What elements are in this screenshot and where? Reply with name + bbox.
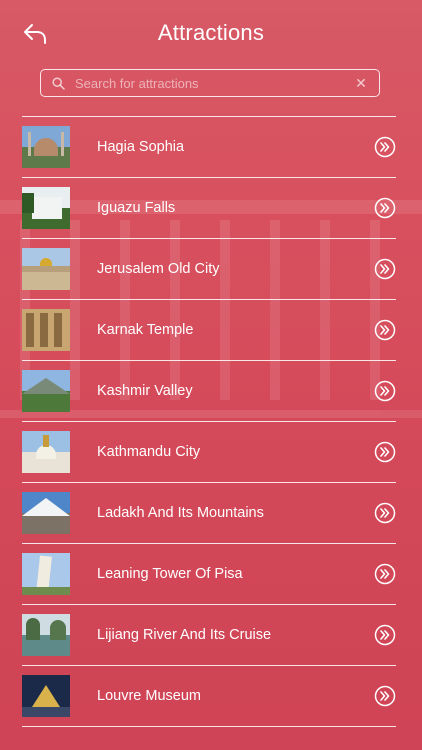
list-item-label: Hagia Sophia: [97, 139, 185, 155]
list-item-label: Ladakh And Its Mountains: [97, 505, 264, 521]
chevron-right-circle-icon: [374, 319, 396, 341]
chevron-right-circle-icon: [374, 624, 396, 646]
list-item[interactable]: Kathmandu City: [22, 422, 396, 483]
chevron-right-circle-icon: [374, 258, 396, 280]
list-item-label: Karnak Temple: [97, 322, 194, 338]
chevron-right-circle-icon: [374, 197, 396, 219]
list-item-label: Leaning Tower Of Pisa: [97, 566, 243, 582]
kathmandu-city-thumbnail: [22, 431, 70, 473]
search-bar[interactable]: ✕: [40, 69, 380, 97]
chevron-right-circle-icon: [374, 136, 396, 158]
chevron-right-circle-icon: [374, 502, 396, 524]
list-item[interactable]: Kashmir Valley: [22, 361, 396, 422]
karnak-temple-thumbnail: [22, 309, 70, 351]
list-item[interactable]: Hagia Sophia: [22, 117, 396, 178]
attractions-list: Hagia Sophia Iguazu Falls Jerusalem Old …: [22, 116, 396, 727]
page-title: Attractions: [157, 20, 265, 45]
jerusalem-old-city-thumbnail: [22, 248, 70, 290]
leaning-tower-thumbnail: [22, 553, 70, 595]
hagia-sophia-thumbnail: [22, 126, 70, 168]
lijiang-river-thumbnail: [22, 614, 70, 656]
list-item[interactable]: Iguazu Falls: [22, 178, 396, 239]
list-item[interactable]: Lijiang River And Its Cruise: [22, 605, 396, 666]
chevron-right-circle-icon: [374, 563, 396, 585]
list-item-label: Louvre Museum: [97, 688, 201, 704]
list-item-label: Kashmir Valley: [97, 383, 193, 399]
list-item[interactable]: Karnak Temple: [22, 300, 396, 361]
list-item-label: Lijiang River And Its Cruise: [97, 627, 272, 643]
chevron-right-circle-icon: [374, 441, 396, 463]
ladakh-mountains-thumbnail: [22, 492, 70, 534]
chevron-right-circle-icon: [374, 380, 396, 402]
list-item[interactable]: Ladakh And Its Mountains: [22, 483, 396, 544]
iguazu-falls-thumbnail: [22, 187, 70, 229]
header-bar: Attractions: [0, 0, 422, 64]
list-item[interactable]: Leaning Tower Of Pisa: [22, 544, 396, 605]
search-input[interactable]: [75, 75, 355, 91]
list-item[interactable]: Louvre Museum: [22, 666, 396, 727]
list-item-label: Jerusalem Old City: [97, 261, 220, 277]
search-icon: [51, 76, 65, 90]
list-item-label: Kathmandu City: [97, 444, 201, 460]
chevron-right-circle-icon: [374, 685, 396, 707]
list-item[interactable]: Jerusalem Old City: [22, 239, 396, 300]
clear-icon[interactable]: ✕: [355, 76, 367, 90]
kashmir-valley-thumbnail: [22, 370, 70, 412]
louvre-museum-thumbnail: [22, 675, 70, 717]
list-item-label: Iguazu Falls: [97, 200, 176, 216]
